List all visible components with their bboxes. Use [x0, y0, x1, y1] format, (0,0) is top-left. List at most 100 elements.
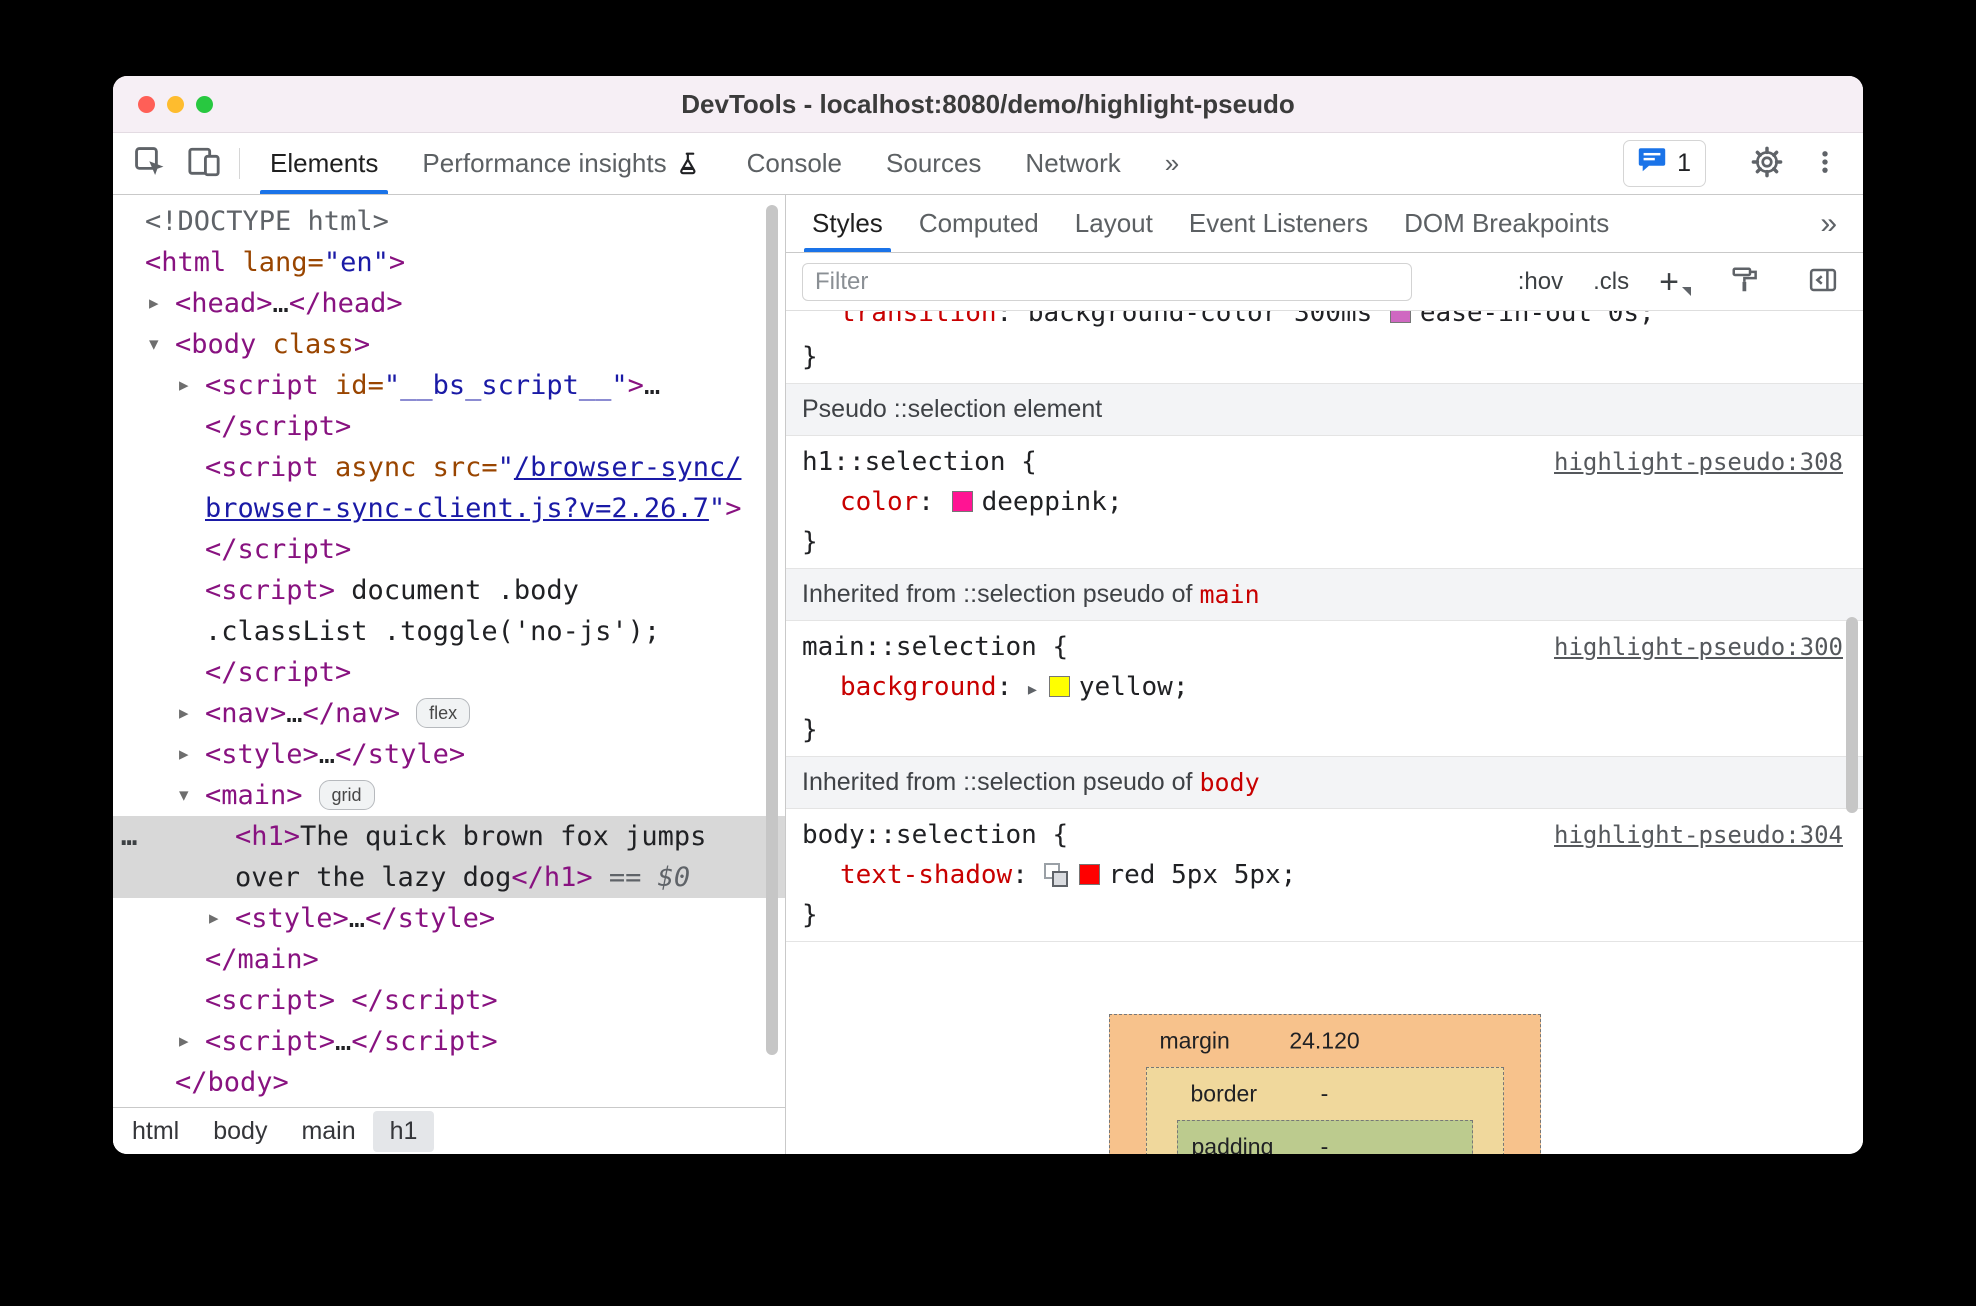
tree-node[interactable]: </html> [113, 1103, 785, 1107]
code-token: … [643, 370, 661, 401]
minimize-window-button[interactable] [167, 95, 184, 113]
expand-arrow-icon[interactable]: ▸ [149, 283, 159, 324]
tree-node[interactable]: browser-sync-client.js?v=2.26.7"> [113, 488, 785, 529]
css-declaration[interactable]: text-shadow: red 5px 5px; [786, 855, 1863, 895]
margin-top-value[interactable]: 24.120 [1289, 1028, 1359, 1055]
collapse-arrow-icon[interactable]: ▾ [179, 775, 189, 816]
format-styles-button[interactable] [1721, 258, 1769, 306]
tree-node[interactable]: <html lang="en"> [113, 242, 785, 283]
tab-performance-insights[interactable]: Performance insights [400, 133, 724, 194]
element-classes-button[interactable]: .cls [1593, 268, 1629, 296]
tab-label: » [1820, 206, 1837, 240]
expand-arrow-icon[interactable]: ▸ [179, 1021, 189, 1062]
tab-styles[interactable]: Styles [794, 195, 901, 252]
box-model-margin[interactable]: margin 24.120 border - padding - [1108, 1014, 1541, 1155]
shadow-editor-icon[interactable] [1043, 863, 1069, 887]
section-header-node-link[interactable]: main [1199, 580, 1259, 609]
tab-event-listeners[interactable]: Event Listeners [1171, 195, 1386, 252]
tab-sources[interactable]: Sources [864, 133, 1003, 194]
section-header-text: Inherited from ::selection pseudo of [802, 768, 1200, 796]
stylesheet-source-link[interactable]: highlight-pseudo:308 [1554, 442, 1843, 482]
issues-button[interactable]: 1 [1623, 140, 1706, 187]
css-colon: : [996, 672, 1028, 702]
css-declaration[interactable]: background: ▸ yellow; [786, 667, 1863, 710]
stylesheet-source-link[interactable]: highlight-pseudo:304 [1554, 815, 1843, 855]
rule-selector[interactable]: main::selection { [802, 627, 1068, 667]
styles-scrollbar-thumb[interactable] [1846, 617, 1858, 813]
tree-node[interactable]: <!DOCTYPE html> [113, 201, 785, 242]
tab-more-panels[interactable]: » [1143, 133, 1201, 194]
tree-node[interactable]: <script> document .body [113, 570, 785, 611]
code-token: </h1> [511, 862, 593, 893]
tree-node[interactable]: ▸ <style>…</style> [113, 734, 785, 775]
desktop-background: DevTools - localhost:8080/demo/highlight… [0, 0, 1976, 1306]
tree-node[interactable]: <script async src="/browser-sync/ [113, 447, 785, 488]
tree-node[interactable]: over the lazy dog</h1> == $0 [113, 857, 785, 898]
tab-elements[interactable]: Elements [248, 133, 400, 194]
tab-console[interactable]: Console [725, 133, 864, 194]
settings-button[interactable] [1743, 140, 1791, 188]
border-top-value[interactable]: - [1321, 1081, 1329, 1108]
tree-node[interactable]: .classList .toggle('no-js'); [113, 611, 785, 652]
toggle-computed-sidebar-button[interactable] [1799, 258, 1847, 306]
close-window-button[interactable] [138, 95, 155, 113]
tab-more-sidebar-tabs[interactable]: » [1802, 195, 1855, 252]
breadcrumb-h1[interactable]: h1 [372, 1110, 435, 1152]
box-model-border[interactable]: border - padding - [1145, 1067, 1504, 1155]
tab-computed[interactable]: Computed [901, 195, 1057, 252]
tree-node[interactable]: </body> [113, 1062, 785, 1103]
flex-badge[interactable]: flex [416, 698, 471, 728]
styles-filter-input[interactable] [802, 262, 1412, 301]
more-options-button[interactable] [1801, 140, 1849, 188]
inspect-element-button[interactable] [123, 133, 177, 194]
expand-arrow-icon[interactable]: ▸ [209, 898, 219, 939]
stylesheet-source-link[interactable]: highlight-pseudo:300 [1554, 627, 1843, 667]
color-swatch[interactable] [1048, 676, 1070, 697]
tree-node[interactable]: ▸ <script>…</script> [113, 1021, 785, 1062]
color-swatch[interactable] [1389, 311, 1411, 323]
grid-badge[interactable]: grid [318, 780, 375, 810]
breadcrumb-body[interactable]: body [196, 1111, 284, 1152]
new-style-rule-button[interactable]: + [1659, 265, 1691, 299]
expand-shorthand-icon[interactable]: ▸ [1028, 679, 1037, 700]
section-header-node-link[interactable]: body [1199, 768, 1259, 797]
issues-count: 1 [1677, 149, 1691, 177]
tree-node[interactable]: ▸ <script id="__bs_script__">… [113, 365, 785, 406]
code-token: </script> [205, 411, 352, 442]
tree-node[interactable]: </script> [113, 652, 785, 693]
tree-node[interactable]: … <h1>The quick brown fox jumps [113, 816, 785, 857]
fullscreen-window-button[interactable] [196, 95, 213, 113]
rule-selector[interactable]: h1::selection { [802, 442, 1037, 482]
breadcrumb-main[interactable]: main [284, 1111, 372, 1152]
rule-selector[interactable]: body::selection { [802, 815, 1068, 855]
css-property-value: ease-in-out 0s; [1419, 311, 1655, 328]
color-swatch[interactable] [951, 491, 973, 512]
expand-arrow-icon[interactable]: ▸ [179, 734, 189, 775]
tree-node[interactable]: ▾ <body class> [113, 324, 785, 365]
tree-node[interactable]: ▸ <style>…</style> [113, 898, 785, 939]
device-toolbar-button[interactable] [177, 133, 231, 194]
toggle-element-state-button[interactable]: :hov [1518, 268, 1563, 296]
tab-dom-breakpoints[interactable]: DOM Breakpoints [1386, 195, 1627, 252]
padding-top-value[interactable]: - [1321, 1134, 1329, 1155]
node-overflow-menu-icon[interactable]: … [121, 816, 139, 857]
collapse-arrow-icon[interactable]: ▾ [149, 324, 159, 365]
code-token: "__bs_script__" [383, 370, 628, 401]
breadcrumb-html[interactable]: html [115, 1111, 196, 1152]
css-declaration[interactable]: color: deeppink; [786, 482, 1863, 522]
tab-network[interactable]: Network [1003, 133, 1142, 194]
tree-node[interactable]: </script> [113, 529, 785, 570]
tree-node[interactable]: <script> </script> [113, 980, 785, 1021]
tree-node[interactable]: ▸ <head>…</head> [113, 283, 785, 324]
css-declaration[interactable]: transition: background-color 300ms ease-… [786, 311, 1863, 333]
elements-scrollbar-thumb[interactable] [766, 205, 778, 1055]
tree-node[interactable]: ▸ <nav>…</nav> flex [113, 693, 785, 734]
tree-node[interactable]: </main> [113, 939, 785, 980]
expand-arrow-icon[interactable]: ▸ [179, 693, 189, 734]
expand-arrow-icon[interactable]: ▸ [179, 365, 189, 406]
color-swatch[interactable] [1078, 864, 1100, 885]
tab-layout[interactable]: Layout [1057, 195, 1171, 252]
box-model-padding[interactable]: padding - [1176, 1120, 1473, 1155]
tree-node[interactable]: ▾ <main> grid [113, 775, 785, 816]
tree-node[interactable]: </script> [113, 406, 785, 447]
